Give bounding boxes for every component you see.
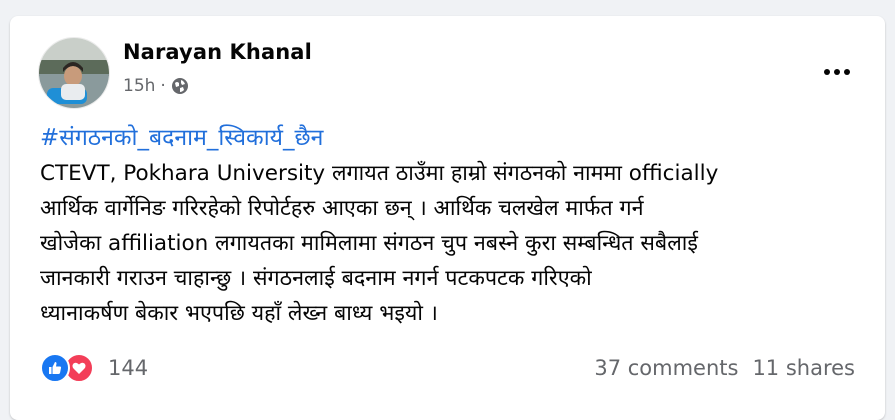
more-dot bbox=[844, 69, 850, 75]
more-options-icon[interactable] bbox=[819, 60, 855, 84]
post-body-line: आर्थिक वार्गेनिङ गरिरहेको रिपोर्टहरु आएक… bbox=[40, 196, 644, 221]
globe-icon[interactable] bbox=[171, 77, 189, 95]
post-card: Narayan Khanal 15h · #संगठनको_बदनाम_स्वि… bbox=[10, 16, 885, 420]
engagement-counts: 37 comments 11 shares bbox=[594, 356, 855, 380]
like-icon bbox=[40, 353, 70, 383]
post-body-line: ध्यानाकर्षण बेकार भएपछि यहाँ लेख्न बाध्य… bbox=[40, 301, 438, 326]
comments-count-link[interactable]: 37 comments bbox=[594, 356, 738, 380]
more-dot bbox=[834, 69, 840, 75]
author-name[interactable]: Narayan Khanal bbox=[123, 40, 312, 64]
hashtag-link[interactable]: #संगठनको_बदनाम_स्विकार्य_छैन bbox=[40, 120, 323, 152]
reaction-count: 144 bbox=[108, 356, 149, 380]
post-timestamp[interactable]: 15h bbox=[123, 76, 155, 96]
avatar[interactable] bbox=[38, 37, 110, 109]
more-dot bbox=[824, 69, 830, 75]
avatar-photo bbox=[39, 38, 109, 108]
meta-separator: · bbox=[160, 76, 166, 96]
shares-count-link[interactable]: 11 shares bbox=[752, 356, 855, 380]
post-body-line: जानकारी गराउन चाहान्छु । संगठनलाई बदनाम … bbox=[40, 266, 592, 291]
post-body-line: CTEVT, Pokhara University लगायत ठाउँमा ह… bbox=[40, 161, 719, 186]
reactions-summary[interactable]: 144 bbox=[40, 353, 148, 383]
post-meta: 15h · bbox=[123, 76, 189, 96]
post-footer: 144 37 comments 11 shares bbox=[40, 352, 855, 384]
post-body-line: खोजेका affiliation लगायतका मामिलामा संगठ… bbox=[40, 231, 698, 256]
post-body: CTEVT, Pokhara University लगायत ठाउँमा ह… bbox=[40, 156, 860, 331]
